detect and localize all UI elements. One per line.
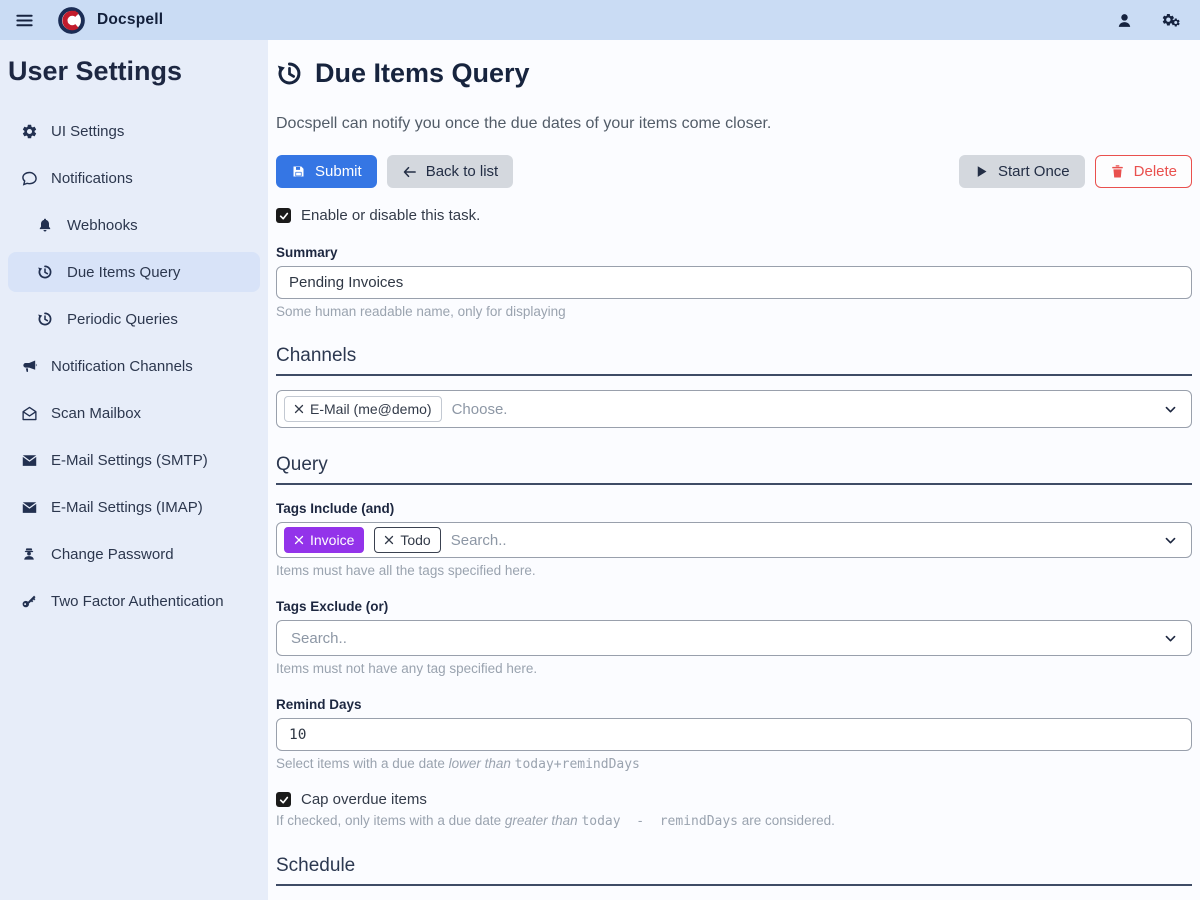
sidebar-item-label: Due Items Query — [67, 264, 180, 281]
envelope-icon — [20, 498, 38, 516]
sidebar-item-label: UI Settings — [51, 123, 124, 140]
history-icon — [36, 263, 54, 281]
schedule-heading: Schedule — [276, 855, 1192, 877]
sidebar-item-label: Notifications — [51, 170, 133, 187]
channels-divider — [276, 374, 1192, 376]
channels-select[interactable]: E-Mail (me@demo) Choose. — [276, 390, 1192, 428]
sidebar-title: User Settings — [8, 56, 260, 87]
cap-overdue-label: Cap overdue items — [301, 791, 427, 808]
tags-include-help: Items must have all the tags specified h… — [276, 563, 1192, 578]
remove-chip-icon[interactable] — [384, 535, 394, 545]
sidebar-item-label: Periodic Queries — [67, 311, 178, 328]
sidebar-item-label: Scan Mailbox — [51, 405, 141, 422]
sidebar-item-periodic-queries[interactable]: Periodic Queries — [8, 299, 260, 339]
tags-exclude-label: Tags Exclude (or) — [276, 599, 1192, 614]
save-icon — [291, 164, 306, 179]
page-title: Due Items Query — [276, 58, 1192, 89]
page-description: Docspell can notify you once the due dat… — [276, 115, 1192, 133]
sidebar-item-due-items-query[interactable]: Due Items Query — [8, 252, 260, 292]
submit-button[interactable]: Submit — [276, 155, 377, 188]
settings-cogs-icon[interactable] — [1162, 10, 1182, 30]
sidebar-item-notification-channels[interactable]: Notification Channels — [8, 346, 260, 386]
action-buttons: Submit Back to list Start Once Delete — [276, 155, 1192, 188]
comment-icon — [20, 169, 38, 187]
hamburger-menu-icon[interactable] — [14, 10, 34, 30]
tags-exclude-help: Items must not have any tag specified he… — [276, 661, 1192, 676]
query-divider — [276, 483, 1192, 485]
summary-help: Some human readable name, only for displ… — [276, 304, 1192, 319]
tags-exclude-placeholder: Search.. — [291, 630, 347, 647]
bell-icon — [36, 216, 54, 234]
tags-include-select[interactable]: Invoice Todo Search.. — [276, 522, 1192, 558]
sidebar-item-label: Notification Channels — [51, 358, 193, 375]
sidebar-item-label: Two Factor Authentication — [51, 593, 224, 610]
user-account-icon[interactable] — [1114, 10, 1134, 30]
arrow-left-icon — [402, 164, 417, 179]
sidebar-item-webhooks[interactable]: Webhooks — [8, 205, 260, 245]
sidebar-item-ui-settings[interactable]: UI Settings — [8, 111, 260, 151]
sidebar-item-two-factor[interactable]: Two Factor Authentication — [8, 581, 260, 621]
sidebar-item-label: Webhooks — [67, 217, 138, 234]
channels-placeholder: Choose. — [452, 401, 508, 418]
history-icon — [276, 60, 303, 87]
sidebar-item-label: Change Password — [51, 546, 174, 563]
sidebar-item-email-imap[interactable]: E-Mail Settings (IMAP) — [8, 487, 260, 527]
main-content: Due Items Query Docspell can notify you … — [268, 40, 1200, 900]
tags-include-label: Tags Include (and) — [276, 501, 1192, 516]
user-settings-sidebar: User Settings UI Settings Notifications … — [0, 40, 268, 900]
delete-button[interactable]: Delete — [1095, 155, 1192, 188]
query-heading: Query — [276, 454, 1192, 476]
docspell-logo — [58, 7, 85, 34]
tag-chip-todo[interactable]: Todo — [374, 527, 440, 553]
user-secret-icon — [20, 545, 38, 563]
trash-icon — [1110, 164, 1125, 179]
sidebar-item-label: E-Mail Settings (SMTP) — [51, 452, 208, 469]
back-to-list-button[interactable]: Back to list — [387, 155, 514, 188]
remind-days-input[interactable] — [276, 718, 1192, 751]
channel-chip-email[interactable]: E-Mail (me@demo) — [284, 396, 442, 422]
enable-task-checkbox[interactable] — [276, 208, 291, 223]
enable-task-row: Enable or disable this task. — [276, 207, 1192, 224]
cap-overdue-checkbox[interactable] — [276, 792, 291, 807]
channels-heading: Channels — [276, 345, 1192, 367]
cap-overdue-help: If checked, only items with a due date g… — [276, 813, 1192, 829]
schedule-divider — [276, 884, 1192, 886]
sidebar-item-scan-mailbox[interactable]: Scan Mailbox — [8, 393, 260, 433]
play-icon — [974, 164, 989, 179]
remove-chip-icon[interactable] — [294, 535, 304, 545]
key-icon — [20, 592, 38, 610]
envelope-open-icon — [20, 404, 38, 422]
remind-days-help: Select items with a due date lower than … — [276, 756, 1192, 772]
app-title: Docspell — [97, 11, 163, 29]
history-icon — [36, 310, 54, 328]
envelope-icon — [20, 451, 38, 469]
bullhorn-icon — [20, 357, 38, 375]
tags-include-placeholder: Search.. — [451, 532, 507, 549]
remind-days-label: Remind Days — [276, 697, 1192, 712]
chevron-down-icon — [1164, 632, 1177, 645]
sidebar-item-email-smtp[interactable]: E-Mail Settings (SMTP) — [8, 440, 260, 480]
enable-task-label: Enable or disable this task. — [301, 207, 480, 224]
sidebar-item-change-password[interactable]: Change Password — [8, 534, 260, 574]
cap-overdue-row: Cap overdue items — [276, 791, 1192, 808]
tags-exclude-select[interactable]: Search.. — [276, 620, 1192, 656]
summary-label: Summary — [276, 245, 1192, 260]
gear-icon — [20, 122, 38, 140]
start-once-button[interactable]: Start Once — [959, 155, 1085, 188]
sidebar-item-label: E-Mail Settings (IMAP) — [51, 499, 203, 516]
top-navbar: Docspell — [0, 0, 1200, 40]
chevron-down-icon — [1164, 534, 1177, 547]
remove-chip-icon[interactable] — [294, 404, 304, 414]
summary-input[interactable] — [276, 266, 1192, 299]
chevron-down-icon — [1164, 403, 1177, 416]
tag-chip-invoice[interactable]: Invoice — [284, 527, 364, 553]
sidebar-item-notifications[interactable]: Notifications — [8, 158, 260, 198]
